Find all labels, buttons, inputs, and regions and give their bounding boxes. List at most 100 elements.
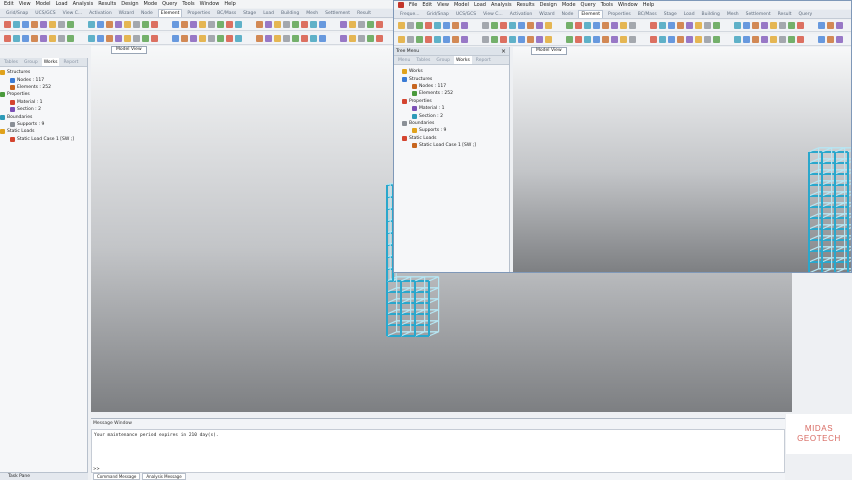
toolbar-tool-icon[interactable]: [199, 21, 206, 28]
message-tab-analysis-message[interactable]: Analysis Message: [142, 473, 186, 480]
tree-item[interactable]: Nodes : 117: [398, 83, 476, 90]
toolbar-tool-icon[interactable]: [770, 22, 777, 29]
toolbar-tool-icon[interactable]: [602, 36, 609, 43]
toolbar-tool-icon[interactable]: [434, 22, 441, 29]
tree-item[interactable]: Static Load Case 1 [SW ;]: [0, 136, 74, 143]
tree-item[interactable]: Boundaries: [398, 120, 476, 127]
toolbar-tool-icon[interactable]: [142, 21, 149, 28]
toolbar-tool-icon[interactable]: [545, 36, 552, 43]
toolbar-tool-icon[interactable]: [40, 21, 47, 28]
toolbar-tool-icon[interactable]: [566, 22, 573, 29]
toolbar-tool-icon[interactable]: [190, 35, 197, 42]
toolbar-tool-icon[interactable]: [545, 22, 552, 29]
toolbar-tool-icon[interactable]: [265, 35, 272, 42]
toolbar-tool-icon[interactable]: [620, 36, 627, 43]
toolbar-tool-icon[interactable]: [527, 36, 534, 43]
toolbar-tool-icon[interactable]: [482, 22, 489, 29]
menu-item-file[interactable]: File: [409, 1, 417, 9]
toolbar-tool-icon[interactable]: [416, 22, 423, 29]
toolbar-tool-icon[interactable]: [452, 22, 459, 29]
toolbar-tool-icon[interactable]: [226, 21, 233, 28]
toolbar-tool-icon[interactable]: [226, 35, 233, 42]
ribbon-tab-bc-mass[interactable]: BC/Mass: [215, 9, 238, 17]
toolbar-tool-icon[interactable]: [265, 21, 272, 28]
toolbar-tool-icon[interactable]: [518, 22, 525, 29]
tree-item[interactable]: Elements : 252: [398, 90, 476, 97]
menu-item-model[interactable]: Model: [454, 1, 469, 9]
menu-item-analysis[interactable]: Analysis: [491, 1, 512, 9]
toolbar-tool-icon[interactable]: [40, 35, 47, 42]
toolbar-tool-icon[interactable]: [358, 35, 365, 42]
toolbar-tool-icon[interactable]: [611, 22, 618, 29]
ribbon-tab-wizard[interactable]: Wizard: [117, 9, 136, 17]
toolbar-tool-icon[interactable]: [575, 22, 582, 29]
toolbar-tool-icon[interactable]: [49, 21, 56, 28]
ribbon-tab-result[interactable]: Result: [355, 9, 373, 17]
toolbar-tool-icon[interactable]: [584, 22, 591, 29]
tree-item[interactable]: Static Load Case 1 [SW ;]: [398, 142, 476, 149]
toolbar-tool-icon[interactable]: [256, 21, 263, 28]
tree-tab-report[interactable]: Report: [474, 56, 493, 64]
toolbar-tool-icon[interactable]: [367, 21, 374, 28]
toolbar-tool-icon[interactable]: [425, 22, 432, 29]
toolbar-tool-icon[interactable]: [734, 36, 741, 43]
toolbar-tool-icon[interactable]: [491, 36, 498, 43]
toolbar-tool-icon[interactable]: [31, 35, 38, 42]
close-icon[interactable]: ×: [501, 47, 506, 56]
toolbar-tool-icon[interactable]: [779, 22, 786, 29]
tree-item[interactable]: Supports : 9: [0, 121, 74, 128]
menu-item-model[interactable]: Model: [36, 0, 51, 8]
tree-item[interactable]: Section : 2: [0, 106, 74, 113]
toolbar-tool-icon[interactable]: [686, 36, 693, 43]
toolbar-tool-icon[interactable]: [319, 35, 326, 42]
ribbon-tab-ucs-gcs[interactable]: UCS/GCS: [454, 10, 478, 18]
message-output[interactable]: Your maintenance period expires in 210 d…: [91, 429, 785, 473]
toolbar-tool-icon[interactable]: [407, 36, 414, 43]
ribbon-tab-result[interactable]: Result: [776, 10, 794, 18]
ribbon-tab-ucs-gcs[interactable]: UCS/GCS: [33, 9, 57, 17]
toolbar-tool-icon[interactable]: [452, 36, 459, 43]
toolbar-tool-icon[interactable]: [4, 21, 11, 28]
toolbar-tool-icon[interactable]: [13, 21, 20, 28]
toolbar-tool-icon[interactable]: [340, 21, 347, 28]
tree-tab-report[interactable]: Report: [61, 58, 80, 66]
tree-item[interactable]: Static Loads: [398, 135, 476, 142]
toolbar-tool-icon[interactable]: [340, 35, 347, 42]
toolbar-tool-icon[interactable]: [217, 21, 224, 28]
toolbar-tool-icon[interactable]: [752, 36, 759, 43]
toolbar-tool-icon[interactable]: [274, 21, 281, 28]
toolbar-tool-icon[interactable]: [407, 22, 414, 29]
toolbar-tool-icon[interactable]: [49, 35, 56, 42]
toolbar-tool-icon[interactable]: [425, 36, 432, 43]
app-logo-icon[interactable]: [398, 2, 404, 8]
front-model-viewport[interactable]: Model View: [513, 47, 851, 272]
toolbar-tool-icon[interactable]: [319, 21, 326, 28]
toolbar-tool-icon[interactable]: [443, 22, 450, 29]
menu-item-help[interactable]: Help: [224, 0, 235, 8]
toolbar-tool-icon[interactable]: [761, 22, 768, 29]
toolbar-tool-icon[interactable]: [142, 35, 149, 42]
toolbar-tool-icon[interactable]: [650, 36, 657, 43]
toolbar-tool-icon[interactable]: [575, 36, 582, 43]
toolbar-tool-icon[interactable]: [788, 22, 795, 29]
toolbar-tool-icon[interactable]: [770, 36, 777, 43]
back-task-pane-tab[interactable]: Task Pane: [0, 472, 88, 480]
ribbon-tab-bc-mass[interactable]: BC/Mass: [636, 10, 659, 18]
toolbar-tool-icon[interactable]: [743, 36, 750, 43]
toolbar-tool-icon[interactable]: [115, 21, 122, 28]
toolbar-tool-icon[interactable]: [566, 36, 573, 43]
toolbar-tool-icon[interactable]: [310, 35, 317, 42]
tree-tab-menu[interactable]: Menu: [396, 56, 412, 64]
tree-item[interactable]: Nodes : 117: [0, 76, 74, 83]
menu-item-query[interactable]: Query: [581, 1, 596, 9]
toolbar-tool-icon[interactable]: [416, 36, 423, 43]
toolbar-tool-icon[interactable]: [620, 22, 627, 29]
toolbar-tool-icon[interactable]: [536, 22, 543, 29]
menu-item-edit[interactable]: Edit: [4, 0, 14, 8]
toolbar-tool-icon[interactable]: [536, 36, 543, 43]
ribbon-tab-settlement[interactable]: Settlement: [744, 10, 773, 18]
toolbar-tool-icon[interactable]: [256, 35, 263, 42]
toolbar-tool-icon[interactable]: [58, 21, 65, 28]
ribbon-tab-node[interactable]: Node: [139, 9, 155, 17]
menu-item-help[interactable]: Help: [643, 1, 654, 9]
